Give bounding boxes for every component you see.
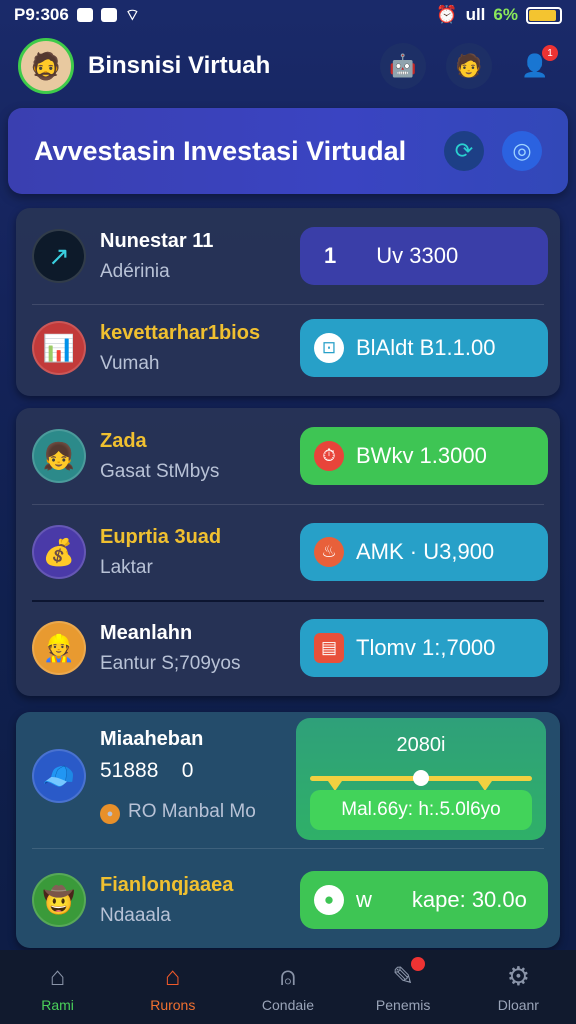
item-extra: ● RO Manbal Mo (100, 801, 290, 824)
pill-text: Tlomv 1:,7000 (356, 635, 496, 660)
coin-icon: ● (100, 804, 120, 824)
nav-label: Dloanr (497, 997, 539, 1013)
investment-card-3: 🧢 Miaaheban 51888 0 ● RO Manbal Mo 2080i … (16, 712, 560, 948)
value-pill[interactable]: ▤ Tlomv 1:,7000 (300, 619, 548, 677)
list-item[interactable]: 💰 Euprtia 3uad Laktar ♨ AMK · U3,900 (16, 504, 560, 600)
item-sub: Adérinia (100, 260, 170, 282)
status-time: P9:306 (14, 5, 69, 24)
chart-icon: ↗ (32, 229, 86, 283)
pill-text: AMK · U3,900 (356, 539, 495, 564)
notification-badge: 1 (542, 45, 558, 61)
item-name: Fianlonqjaaea (100, 873, 234, 896)
item-name: kevettarhar1bios (100, 321, 261, 344)
value-pill[interactable]: 1 Uv 3300 (300, 227, 548, 285)
nav-label: Rurons (150, 997, 196, 1013)
app-header: 🧔 Binsnisi Virtuah 🤖 🧑 👤 1 (0, 34, 576, 98)
notification-icon (76, 8, 93, 22)
value-pill[interactable]: ● w kape: 30.0o (300, 871, 548, 929)
status-bar: P9:306 ⌔ ⏰ ull 6% (0, 0, 576, 30)
nav-item-penemis[interactable]: ✎ Penemis (353, 957, 453, 1013)
nav-item-rurons[interactable]: ⌂ Rurons (123, 961, 223, 1013)
nav-item-dloanr[interactable]: ⚙ Dloanr (468, 961, 568, 1013)
person-avatar-icon: 🤠 (32, 873, 86, 927)
bank-icon: ⊡ (314, 333, 344, 363)
banner-title: Avvestasin Investasi Virtudal (34, 135, 407, 166)
pill-text: BlAldt B1.1.00 (356, 335, 496, 360)
nav-label: Penemis (375, 997, 431, 1013)
robot-icon[interactable]: 🤖 (380, 43, 426, 89)
person-avatar-icon: 👷 (32, 621, 86, 675)
item-sub: 51888 0 (100, 759, 290, 783)
item-name: Euprtia 3uad (100, 525, 222, 548)
item-name: Meanlahn (100, 621, 193, 644)
item-sub: Eantur S;709yos (100, 652, 241, 674)
gear-icon: ⚙ (506, 961, 530, 991)
slider-handle[interactable] (413, 770, 429, 786)
document-icon: ▤ (314, 633, 344, 663)
chat-bubble-icon: ● (314, 885, 344, 915)
presentation-icon: 📊 (32, 321, 86, 375)
list-item[interactable]: ↗ Nunestar 11 Adérinia 1 Uv 3300 (16, 208, 560, 304)
item-sub: Ndaaala (100, 904, 171, 926)
pill-text: BWkv 1.3000 (356, 443, 487, 468)
nav-label: Rami (41, 997, 74, 1013)
alarm-icon: ⏰ (436, 5, 458, 24)
home-active-icon: ⌂ (164, 961, 181, 991)
person-avatar-icon: 👧 (32, 429, 86, 483)
notification-badge (411, 957, 426, 971)
nav-item-home[interactable]: ⌂ Rami (8, 961, 108, 1013)
pill-prefix: w (356, 887, 372, 912)
message-icon (100, 8, 117, 22)
person-avatar-icon: 🧢 (32, 749, 86, 803)
list-item[interactable]: 🤠 Fianlonqjaaea Ndaaala ● w kape: 30.0o (16, 852, 560, 948)
flame-icon: ♨ (314, 537, 344, 567)
investment-card-2: 👧 Zada Gasat StMbys ⏱ BWkv 1.3000 💰 Eupr… (16, 408, 560, 696)
list-item[interactable]: 📊 kevettarhar1bios Vumah ⊡ BlAldt B1.1.0… (16, 300, 560, 396)
item-sub: Gasat StMbys (100, 460, 220, 482)
refresh-icon[interactable]: ⟳ (444, 131, 484, 171)
item-sub: Laktar (100, 556, 153, 578)
pill-text: Uv 3300 (376, 243, 459, 268)
value-pill[interactable]: ⏱ BWkv 1.3000 (300, 427, 548, 485)
battery-percent: 6% (493, 5, 518, 24)
item-name: Zada (100, 429, 147, 452)
battery-icon (526, 6, 562, 24)
investment-slider-panel[interactable]: 2080i Mal.66y: h:.5.0l6yo (296, 718, 546, 840)
bottom-navigation: ⌂ Rami ⌂ Rurons ⍝ Condaie ✎ Penemis ⚙ Dl… (0, 950, 576, 1024)
item-sub-value: 51888 (100, 759, 159, 782)
item-sub: Vumah (100, 352, 160, 374)
treasure-icon: 💰 (32, 525, 86, 579)
signal-icon: ull (465, 5, 486, 24)
nav-label: Condaie (261, 997, 315, 1013)
investment-banner[interactable]: Avvestasin Investasi Virtudal ⟳ ◎ (8, 108, 568, 194)
profile-avatar[interactable]: 🧔 (18, 38, 74, 94)
item-name: Miaaheban (100, 728, 204, 750)
timer-icon: ⏱ (314, 441, 344, 471)
profile-notification-icon[interactable]: 👤 1 (512, 43, 558, 89)
pill-number: 1 (324, 243, 337, 268)
user-avatar-icon[interactable]: 🧑 (446, 43, 492, 89)
slider-track[interactable] (310, 770, 532, 791)
app-title: Binsnisi Virtuah (88, 52, 271, 79)
item-sub-extra: 0 (181, 759, 194, 782)
wifi-icon: ⌔ (124, 7, 140, 24)
investment-card-1: ↗ Nunestar 11 Adérinia 1 Uv 3300 📊 kevet… (16, 208, 560, 396)
list-item[interactable]: 👷 Meanlahn Eantur S;709yos ▤ Tlomv 1:,70… (16, 600, 560, 696)
home-icon: ⌂ (49, 961, 66, 991)
item-extra-text: RO Manbal Mo (128, 801, 256, 822)
value-pill[interactable]: ♨ AMK · U3,900 (300, 523, 548, 581)
list-item[interactable]: 👧 Zada Gasat StMbys ⏱ BWkv 1.3000 (16, 408, 560, 504)
nav-item-condaie[interactable]: ⍝ Condaie (238, 961, 338, 1013)
divider (32, 848, 544, 849)
bell-icon: ⍝ (280, 961, 296, 991)
search-icon[interactable]: ◎ (502, 131, 542, 171)
slider-value: 2080i (396, 734, 446, 756)
slider-result-pill[interactable]: Mal.66y: h:.5.0l6yo (310, 790, 532, 830)
pill-text: kape: 30.0o (411, 887, 527, 912)
item-name: Nunestar 11 (100, 229, 214, 252)
value-pill[interactable]: ⊡ BlAldt B1.1.00 (300, 319, 548, 377)
